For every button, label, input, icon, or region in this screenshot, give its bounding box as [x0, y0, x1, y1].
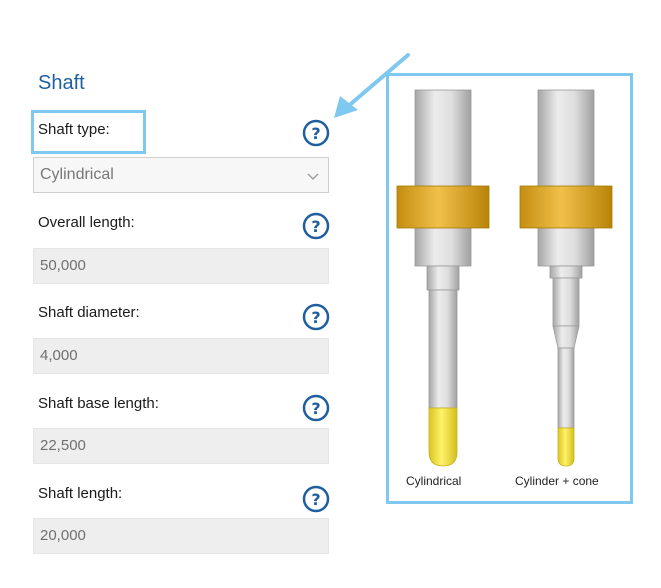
overall-length-label: Overall length:	[38, 214, 135, 231]
shaft-base-length-value: 22,500	[40, 437, 86, 454]
shaft-type-value: Cylindrical	[40, 166, 114, 183]
shaft-base-length-field: 22,500	[33, 428, 329, 464]
overall-length-field: 50,000	[33, 248, 329, 284]
svg-text:?: ?	[311, 124, 320, 143]
help-icon[interactable]: ?	[301, 393, 331, 423]
svg-text:?: ?	[311, 399, 320, 418]
shaft-diameter-value: 4,000	[40, 347, 78, 364]
shaft-base-length-label: Shaft base length:	[38, 395, 159, 412]
shaft-length-label: Shaft length:	[38, 485, 123, 502]
shaft-type-figure: Cylindrical Cylinder + cone	[386, 73, 633, 504]
shaft-diameter-label: Shaft diameter:	[38, 304, 140, 321]
overall-length-value: 50,000	[40, 257, 86, 274]
help-icon[interactable]: ?	[301, 211, 331, 241]
cylindrical-shaft-illustration	[396, 89, 490, 467]
cylinder-cone-shaft-illustration	[519, 89, 613, 467]
svg-text:?: ?	[311, 490, 320, 509]
svg-text:?: ?	[311, 308, 320, 327]
help-icon[interactable]: ?	[301, 118, 331, 148]
chevron-down-icon	[306, 169, 320, 183]
shaft-type-select[interactable]: Cylindrical	[33, 157, 329, 193]
caption-cylindrical: Cylindrical	[406, 474, 462, 488]
shaft-diameter-field: 4,000	[33, 338, 329, 374]
caption-cylinder-cone: Cylinder + cone	[515, 474, 599, 488]
shaft-type-label: Shaft type:	[38, 121, 110, 138]
section-title: Shaft	[38, 72, 85, 94]
svg-text:?: ?	[311, 217, 320, 236]
help-icon[interactable]: ?	[301, 484, 331, 514]
shaft-length-value: 20,000	[40, 527, 86, 544]
help-icon[interactable]: ?	[301, 302, 331, 332]
shaft-length-field: 20,000	[33, 518, 329, 554]
